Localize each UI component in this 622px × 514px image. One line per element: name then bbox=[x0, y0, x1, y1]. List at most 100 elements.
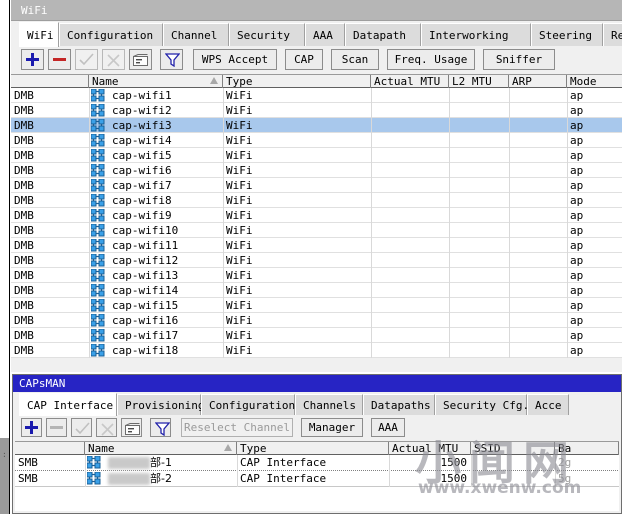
capsman-tab-provisioning[interactable]: Provisioning bbox=[117, 394, 204, 415]
capsman-tab-channels[interactable]: Channels bbox=[295, 394, 363, 415]
tab-steering[interactable]: Steering bbox=[531, 23, 603, 46]
remove-button[interactable] bbox=[48, 49, 71, 70]
column-header-flags[interactable] bbox=[11, 75, 89, 88]
capsman-tab-bar: CAP Interface Provisioning Configurations C… bbox=[13, 393, 621, 416]
capsman-column-header-name[interactable]: Name bbox=[85, 442, 237, 455]
cell-l2_mtu bbox=[449, 313, 509, 328]
wifi-list-body[interactable]: DMB cap-wifi1 WiFi ap DMB cap-wifi2 WiFi ap DMB c… bbox=[11, 88, 622, 358]
disable-button[interactable] bbox=[102, 49, 125, 70]
table-row[interactable]: DMB cap-wifi18 WiFi ap bbox=[11, 343, 622, 358]
column-header-arp[interactable]: ARP bbox=[509, 75, 567, 88]
capsman-cell-flags: SMB bbox=[18, 456, 38, 469]
cell-type: WiFi bbox=[226, 314, 253, 327]
cell-l2_mtu bbox=[449, 178, 509, 193]
capsman-tab-datapaths[interactable]: Datapaths bbox=[363, 394, 435, 415]
column-header-name[interactable]: Name bbox=[89, 75, 223, 88]
capsman-cell-name: 部-1 bbox=[105, 455, 233, 471]
capsman-tab-configurations[interactable]: Configurations bbox=[201, 394, 302, 415]
table-row[interactable]: DMB cap-wifi8 WiFi ap bbox=[11, 193, 622, 208]
capsman-manager-button[interactable]: Manager bbox=[301, 418, 363, 437]
cell-flags: DMB bbox=[14, 179, 34, 192]
table-row[interactable]: DMB cap-wifi11 WiFi ap bbox=[11, 238, 622, 253]
cell-name: cap-wifi2 bbox=[112, 104, 172, 117]
capsman-column-header-ssid[interactable]: SSID bbox=[471, 442, 555, 455]
cell-actual_mtu bbox=[371, 148, 449, 163]
table-row[interactable]: DMB cap-wifi2 WiFi ap bbox=[11, 103, 622, 118]
capsman-window: CAPsMAN CAP Interface Provisioning Configu… bbox=[12, 374, 622, 514]
capsman-column-header-flags[interactable] bbox=[15, 442, 85, 455]
table-row[interactable]: DMB cap-wifi10 WiFi ap bbox=[11, 223, 622, 238]
interface-icon bbox=[91, 284, 105, 297]
capsman-table-row[interactable]: SMB 部-1 CAP Interface 1500 2g bbox=[15, 455, 619, 471]
table-row[interactable]: DMB cap-wifi9 WiFi ap bbox=[11, 208, 622, 223]
tab-security[interactable]: Security bbox=[229, 23, 305, 46]
capsman-table-row[interactable]: SMB 部-2 CAP Interface 1500 5g bbox=[15, 471, 619, 487]
capsman-disable-button[interactable] bbox=[96, 418, 117, 437]
capsman-filter-button[interactable] bbox=[150, 418, 171, 437]
cap-button[interactable]: CAP bbox=[285, 49, 323, 70]
cell-mode: ap bbox=[570, 164, 584, 177]
table-row[interactable]: DMB cap-wifi14 WiFi ap bbox=[11, 283, 622, 298]
table-row[interactable]: DMB cap-wifi16 WiFi ap bbox=[11, 313, 622, 328]
tab-configuration[interactable]: Configuration bbox=[59, 23, 163, 46]
table-row[interactable]: DMB cap-wifi12 WiFi ap bbox=[11, 253, 622, 268]
capsman-list-body[interactable]: SMB 部-1 CAP Interface 1500 2g SMB 部-2 CAP Inter… bbox=[15, 455, 619, 511]
cell-name: cap-wifi16 bbox=[112, 314, 179, 327]
table-row[interactable]: DMB cap-wifi3 WiFi ap bbox=[11, 118, 622, 133]
tab-channel[interactable]: Channel bbox=[163, 23, 229, 46]
tab-interworking[interactable]: Interworking bbox=[421, 23, 531, 46]
scan-button[interactable]: Scan bbox=[331, 49, 379, 70]
cell-flags: DMB bbox=[14, 224, 34, 237]
interface-icon bbox=[91, 149, 105, 162]
capsman-aaa-button[interactable]: AAA bbox=[371, 418, 405, 437]
capsman-column-header-ba[interactable]: Ba bbox=[555, 442, 619, 455]
interface-icon bbox=[91, 119, 105, 132]
column-header-actual-mtu[interactable]: Actual MTU bbox=[371, 75, 449, 88]
table-row[interactable]: DMB cap-wifi17 WiFi ap bbox=[11, 328, 622, 343]
wifi-window-title: WiFi bbox=[11, 0, 622, 21]
cell-name: cap-wifi6 bbox=[112, 164, 172, 177]
capsman-reselect-channel-button[interactable]: Reselect Channel bbox=[181, 418, 293, 437]
column-header-label: Mode bbox=[570, 75, 597, 88]
button-label: CAP bbox=[294, 53, 314, 66]
column-header-type[interactable]: Type bbox=[223, 75, 371, 88]
tab-label: Interworking bbox=[429, 29, 509, 42]
filter-button[interactable] bbox=[160, 49, 183, 70]
capsman-tab-cap-interface[interactable]: CAP Interface bbox=[19, 393, 117, 416]
capsman-add-button[interactable] bbox=[21, 418, 42, 437]
freq-usage-button[interactable]: Freq. Usage bbox=[387, 49, 475, 70]
column-header-mode[interactable]: Mode bbox=[567, 75, 622, 88]
comment-button[interactable] bbox=[129, 49, 152, 70]
column-header-l2-mtu[interactable]: L2 MTU bbox=[449, 75, 509, 88]
tab-datapath[interactable]: Datapath bbox=[345, 23, 421, 46]
cell-l2_mtu bbox=[449, 328, 509, 343]
capsman-column-header-type[interactable]: Type bbox=[237, 442, 389, 455]
cell-mode: ap bbox=[570, 119, 584, 132]
enable-button[interactable] bbox=[75, 49, 98, 70]
tab-wifi[interactable]: WiFi bbox=[19, 22, 59, 47]
capsman-remove-button[interactable] bbox=[46, 418, 67, 437]
capsman-tab-security-cfg-[interactable]: Security Cfg. bbox=[435, 394, 529, 415]
capsman-column-header-actual-mtu[interactable]: Actual MTU bbox=[389, 442, 471, 455]
table-row[interactable]: DMB cap-wifi4 WiFi ap bbox=[11, 133, 622, 148]
add-button[interactable] bbox=[21, 49, 44, 70]
interface-icon bbox=[91, 89, 105, 102]
tab-registr[interactable]: Registr bbox=[603, 23, 622, 46]
capsman-cell-type: CAP Interface bbox=[240, 472, 327, 485]
table-row[interactable]: DMB cap-wifi5 WiFi ap bbox=[11, 148, 622, 163]
table-row[interactable]: DMB cap-wifi13 WiFi ap bbox=[11, 268, 622, 283]
table-row[interactable]: DMB cap-wifi1 WiFi ap bbox=[11, 88, 622, 103]
capsman-tab-acce[interactable]: Acce bbox=[527, 394, 569, 415]
table-row[interactable]: DMB cap-wifi6 WiFi ap bbox=[11, 163, 622, 178]
table-row[interactable]: DMB cap-wifi7 WiFi ap bbox=[11, 178, 622, 193]
tab-aaa[interactable]: AAA bbox=[305, 23, 345, 46]
capsman-comment-button[interactable] bbox=[121, 418, 142, 437]
check-icon bbox=[75, 422, 90, 435]
capsman-enable-button[interactable] bbox=[71, 418, 92, 437]
cell-l2_mtu bbox=[449, 238, 509, 253]
button-label: Manager bbox=[308, 421, 356, 434]
interface-icon bbox=[91, 224, 105, 237]
sniffer-button[interactable]: Sniffer bbox=[483, 49, 555, 70]
table-row[interactable]: DMB cap-wifi15 WiFi ap bbox=[11, 298, 622, 313]
wps-accept-button[interactable]: WPS Accept bbox=[193, 49, 277, 70]
